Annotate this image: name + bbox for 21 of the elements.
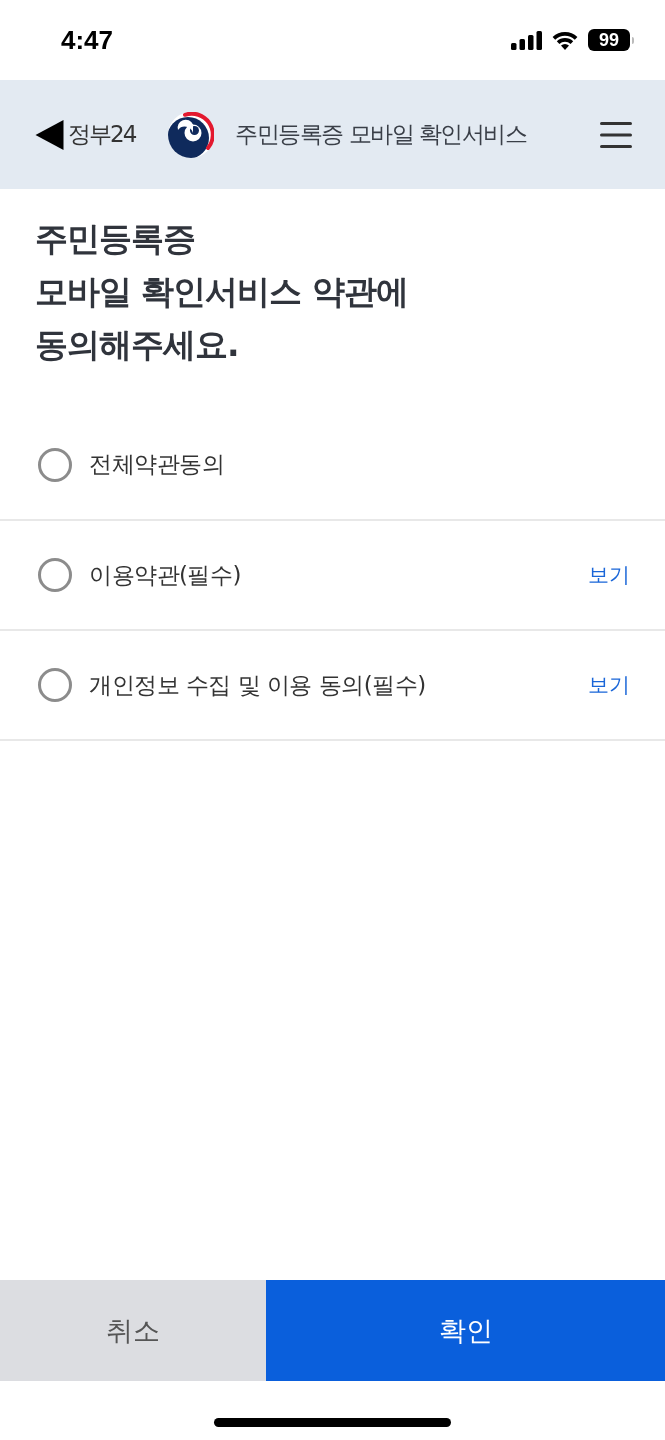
agree-checkbox[interactable] bbox=[38, 668, 72, 702]
menu-icon bbox=[600, 121, 632, 148]
page-heading: 주민등록증 모바일 확인서비스 약관에 동의해주세요. bbox=[34, 218, 409, 366]
agreement-label: 개인정보 수집 및 이용 동의(필수) bbox=[89, 670, 426, 700]
back-triangle-icon bbox=[35, 119, 64, 150]
agreement-label: 전체약관동의 bbox=[89, 450, 224, 479]
back-button[interactable]: 정부24 bbox=[35, 119, 136, 150]
battery-indicator: 99 bbox=[588, 29, 634, 51]
agree-checkbox[interactable] bbox=[38, 558, 72, 592]
header-title: 주민등록증 모바일 확인서비스 bbox=[235, 120, 527, 149]
wifi-icon bbox=[552, 30, 578, 50]
signal-icon bbox=[511, 30, 542, 50]
confirm-button[interactable]: 확인 bbox=[266, 1280, 665, 1381]
view-link[interactable]: 보기 bbox=[588, 671, 630, 699]
agree-checkbox[interactable] bbox=[38, 447, 72, 482]
menu-button[interactable] bbox=[600, 121, 632, 148]
status-time: 4:47 bbox=[61, 24, 114, 56]
emblem-icon bbox=[168, 111, 215, 158]
cancel-button[interactable]: 취소 bbox=[0, 1280, 266, 1381]
view-link[interactable]: 보기 bbox=[588, 561, 630, 589]
agreement-label: 이용약관(필수) bbox=[89, 560, 241, 590]
